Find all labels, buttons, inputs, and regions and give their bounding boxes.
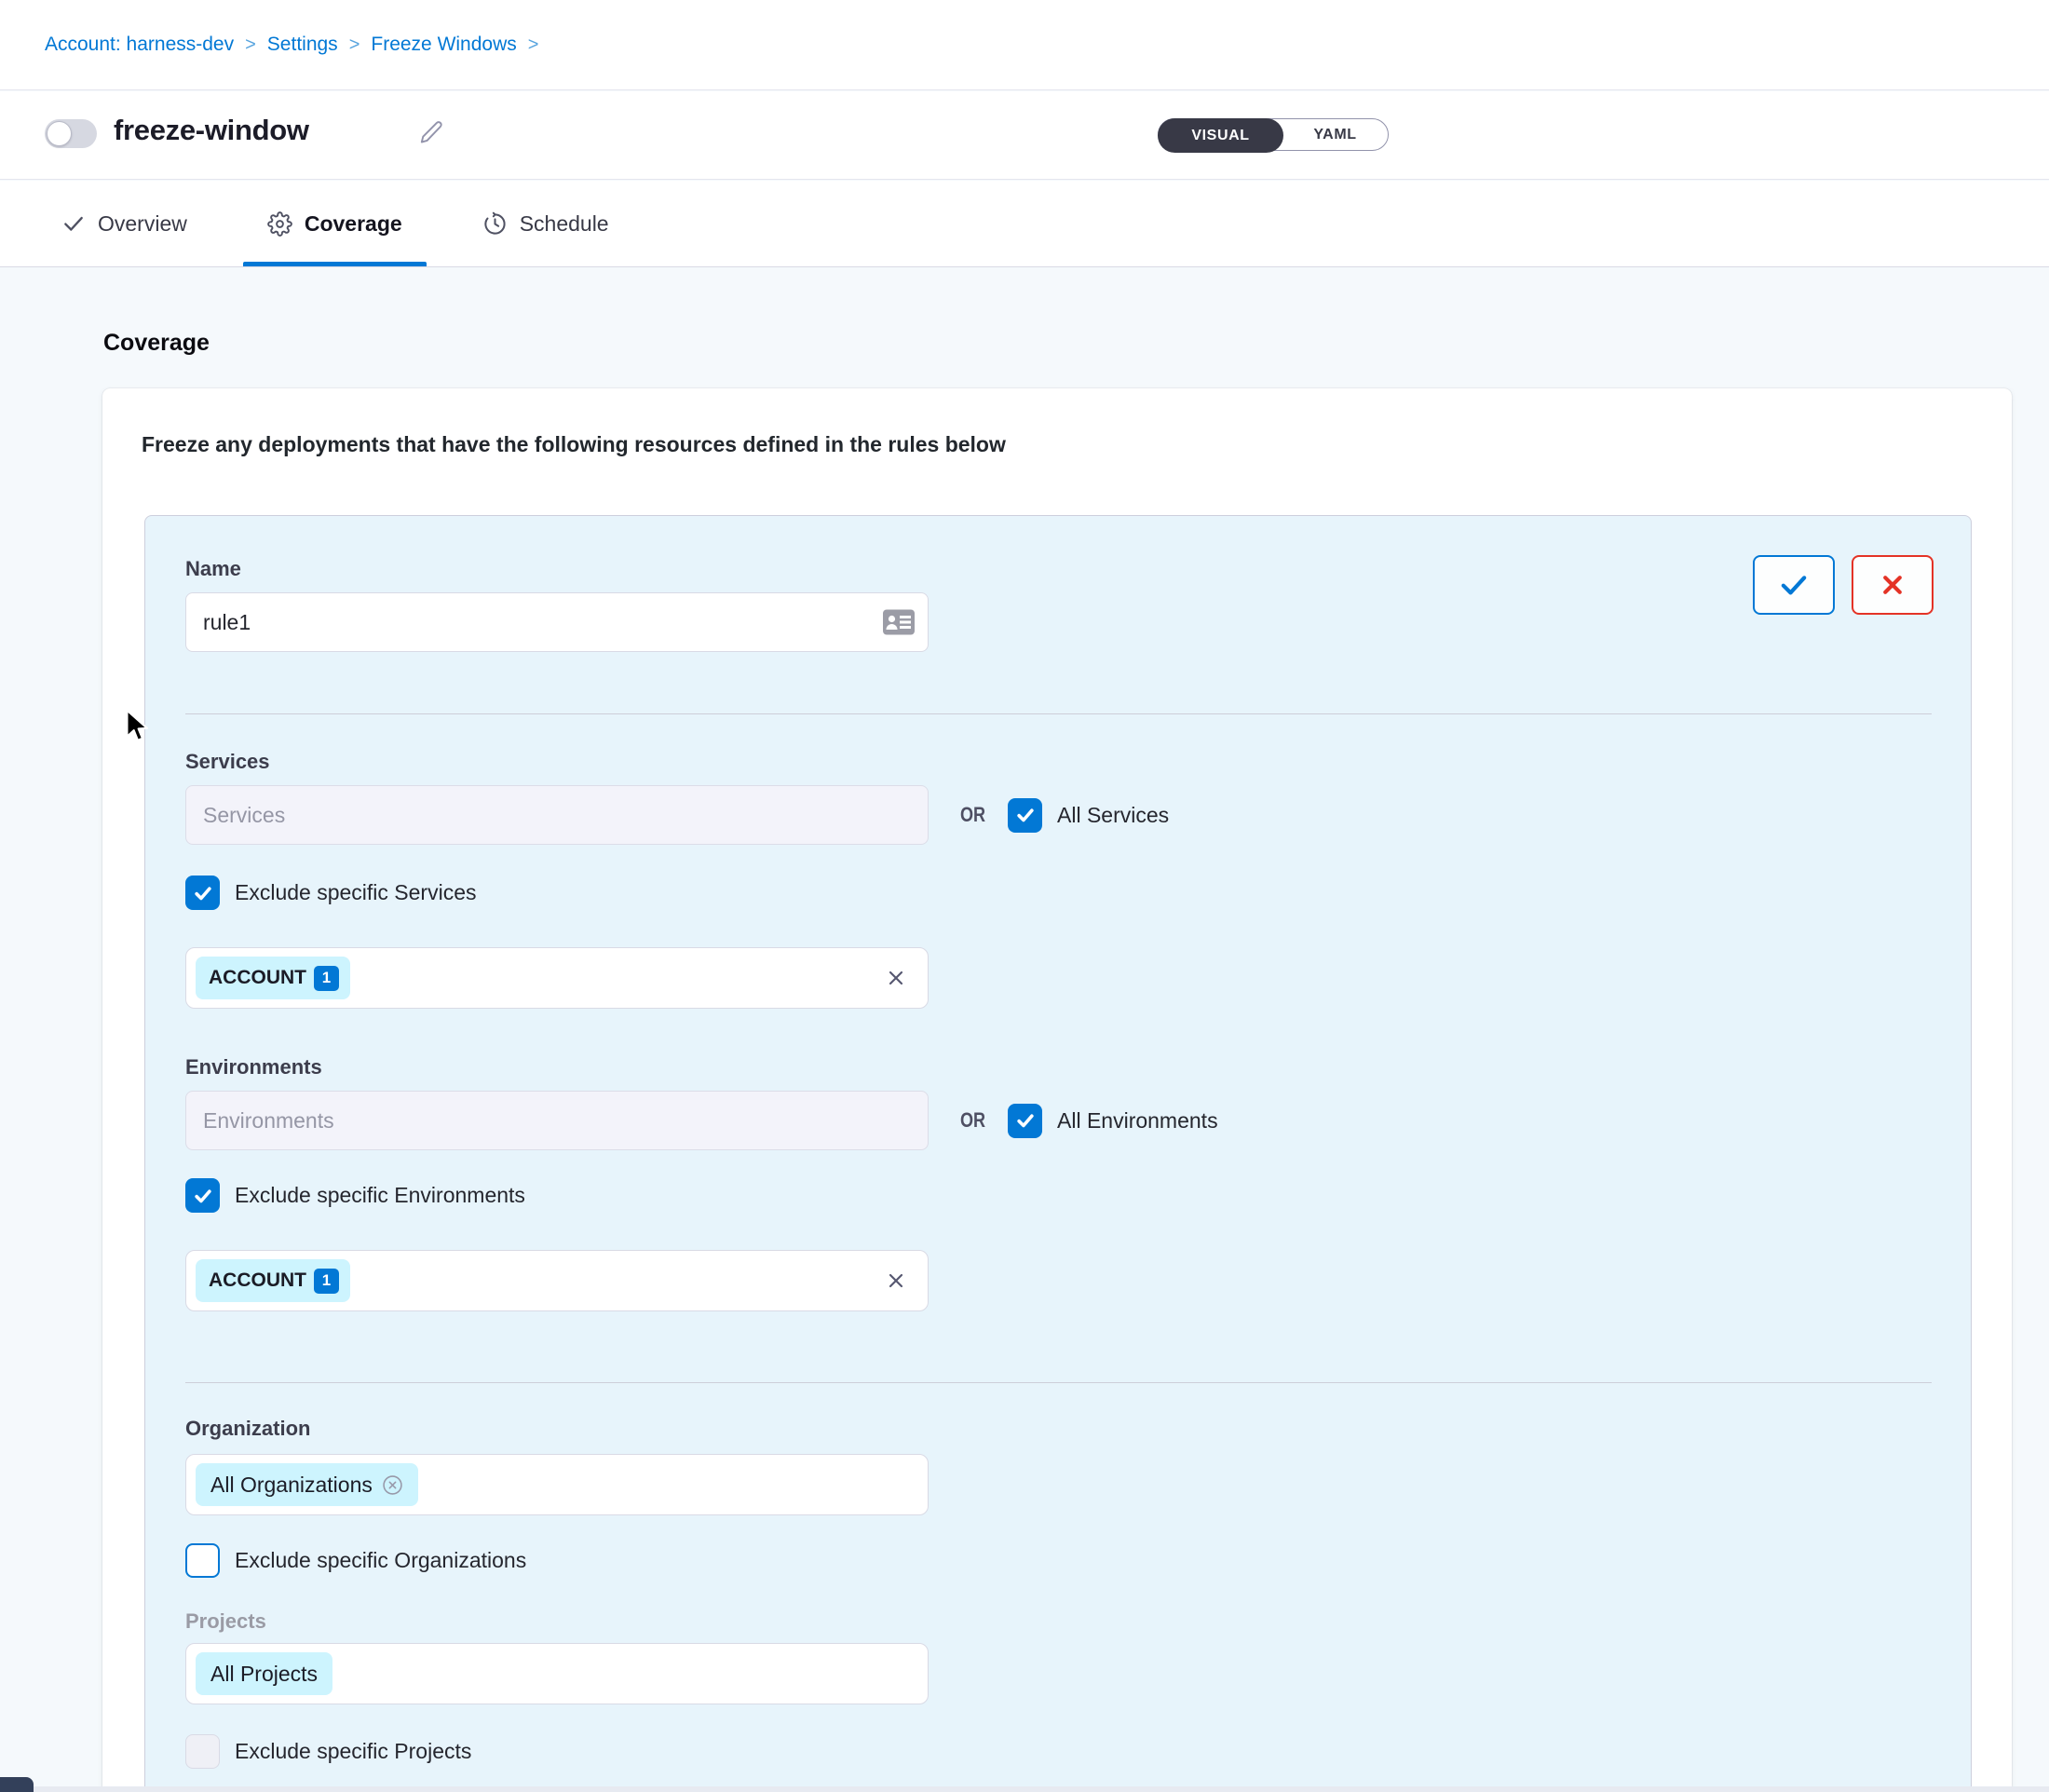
excluded-services-tag[interactable]: ACCOUNT 1 xyxy=(196,957,350,999)
gear-icon xyxy=(267,211,292,237)
breadcrumb-settings-link[interactable]: Settings xyxy=(267,34,338,56)
all-services-label: All Services xyxy=(1057,803,1169,828)
excluded-environments-tag[interactable]: ACCOUNT 1 xyxy=(196,1259,350,1302)
name-label: Name xyxy=(185,557,1932,581)
divider xyxy=(185,713,1932,714)
cancel-x-icon xyxy=(1880,573,1905,597)
tab-bar: Overview Coverage Schedule xyxy=(0,181,2049,267)
exclude-organizations-checkbox[interactable] xyxy=(185,1543,220,1578)
coverage-heading: Coverage xyxy=(103,330,210,357)
all-services-checkbox[interactable] xyxy=(1008,798,1042,833)
tab-overview[interactable]: Overview xyxy=(37,181,211,266)
confirm-rule-button[interactable] xyxy=(1753,555,1835,615)
breadcrumb-separator: > xyxy=(528,34,539,56)
clear-services-tags-icon[interactable] xyxy=(885,967,907,989)
services-label: Services xyxy=(185,750,1932,774)
bottom-left-widget xyxy=(0,1777,34,1792)
clear-environments-tags-icon[interactable] xyxy=(885,1269,907,1292)
viewport-bottom-edge xyxy=(0,1786,2049,1792)
coverage-panel: Coverage Freeze any deployments that hav… xyxy=(0,268,2049,1792)
edit-title-icon[interactable] xyxy=(419,119,444,144)
remove-organizations-chip-icon[interactable] xyxy=(382,1474,403,1496)
yaml-mode-button[interactable]: YAML xyxy=(1282,119,1388,150)
all-projects-chip: All Projects xyxy=(196,1652,332,1695)
all-environments-label: All Environments xyxy=(1057,1108,1218,1134)
services-input[interactable] xyxy=(185,785,929,845)
divider xyxy=(185,1382,1932,1383)
organization-label: Organization xyxy=(185,1417,1932,1441)
exclude-environments-checkbox[interactable] xyxy=(185,1178,220,1213)
page-title: freeze-window xyxy=(114,114,309,147)
excluded-environments-field[interactable]: ACCOUNT 1 xyxy=(185,1250,929,1311)
organization-select[interactable]: All Organizations xyxy=(185,1454,929,1515)
tag-scope: ACCOUNT xyxy=(209,1269,306,1292)
projects-label: Projects xyxy=(185,1609,1932,1634)
or-label: OR xyxy=(960,803,985,827)
visual-mode-button[interactable]: VISUAL xyxy=(1158,118,1283,153)
confirm-check-icon xyxy=(1778,572,1810,598)
tab-overview-label: Overview xyxy=(98,211,187,237)
tab-schedule-label: Schedule xyxy=(520,211,609,237)
exclude-projects-checkbox[interactable] xyxy=(185,1734,220,1769)
tab-coverage-label: Coverage xyxy=(305,211,402,237)
breadcrumb-separator: > xyxy=(349,34,360,56)
exclude-services-label: Exclude specific Services xyxy=(235,880,477,905)
breadcrumb-account-link[interactable]: Account: harness-dev xyxy=(45,34,234,56)
all-organizations-chip[interactable]: All Organizations xyxy=(196,1463,418,1506)
tag-count-badge: 1 xyxy=(314,966,339,991)
exclude-projects-label: Exclude specific Projects xyxy=(235,1739,471,1764)
title-bar: freeze-window VISUAL YAML xyxy=(0,91,2049,180)
rule-name-input[interactable] xyxy=(185,592,929,652)
excluded-services-field[interactable]: ACCOUNT 1 xyxy=(185,947,929,1009)
environments-input[interactable] xyxy=(185,1091,929,1150)
exclude-environments-label: Exclude specific Environments xyxy=(235,1183,525,1208)
clock-history-icon xyxy=(482,211,508,237)
breadcrumb-separator: > xyxy=(245,34,256,56)
breadcrumb: Account: harness-dev > Settings > Freeze… xyxy=(0,0,2049,90)
exclude-services-checkbox[interactable] xyxy=(185,876,220,910)
projects-select[interactable]: All Projects xyxy=(185,1643,929,1704)
freeze-description: Freeze any deployments that have the fol… xyxy=(142,432,2012,457)
rule-card: Name Services xyxy=(144,515,1972,1792)
chip-label: All Projects xyxy=(210,1662,318,1687)
cancel-rule-button[interactable] xyxy=(1852,555,1934,615)
visual-yaml-switch: VISUAL YAML xyxy=(1158,118,1389,151)
id-card-icon[interactable] xyxy=(882,609,916,636)
tab-coverage[interactable]: Coverage xyxy=(243,181,427,266)
all-environments-checkbox[interactable] xyxy=(1008,1104,1042,1138)
coverage-card: Freeze any deployments that have the fol… xyxy=(102,388,2012,1792)
exclude-organizations-label: Exclude specific Organizations xyxy=(235,1548,526,1573)
tag-scope: ACCOUNT xyxy=(209,967,306,989)
toggle-knob xyxy=(47,121,72,146)
breadcrumb-freeze-windows-link[interactable]: Freeze Windows xyxy=(371,34,516,56)
freeze-enable-toggle[interactable] xyxy=(45,119,97,148)
tab-schedule[interactable]: Schedule xyxy=(458,181,633,266)
check-icon xyxy=(61,211,86,236)
environments-label: Environments xyxy=(185,1055,1932,1079)
tag-count-badge: 1 xyxy=(314,1269,339,1294)
chip-label: All Organizations xyxy=(210,1473,373,1498)
or-label: OR xyxy=(960,1108,985,1133)
